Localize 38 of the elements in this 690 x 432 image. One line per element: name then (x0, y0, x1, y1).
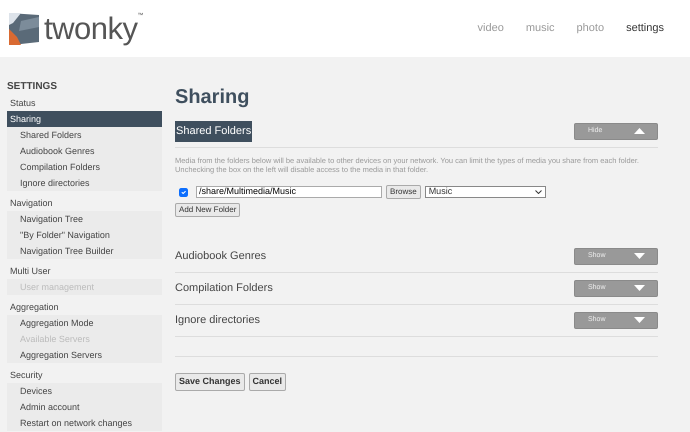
sidebar-item[interactable]: Sharing (7, 111, 162, 127)
nav-link[interactable]: settings (626, 20, 664, 37)
sidebar-subitem[interactable]: Restart on network changes (7, 415, 162, 431)
section-title: Audiobook Genres (175, 248, 266, 264)
media-type-select[interactable]: Music (424, 186, 546, 198)
sidebar-subitem[interactable]: Navigation Tree (7, 211, 162, 227)
sidebar-heading: SETTINGS (7, 81, 58, 94)
cancel-button[interactable]: Cancel (248, 373, 286, 390)
sidebar-item[interactable]: Status (7, 95, 162, 111)
section-title: Shared Folders (175, 121, 252, 142)
sidebar-subitem[interactable]: Audiobook Genres (7, 143, 162, 159)
sidebar-item[interactable]: Security (7, 367, 162, 383)
sidebar-subitem[interactable]: Aggregation Mode (7, 315, 162, 331)
sidebar-subitem[interactable]: Aggregation Servers (7, 347, 162, 363)
chevron-down-icon (534, 190, 542, 194)
page-title: Sharing (175, 85, 250, 109)
path-field[interactable]: /share/Multimedia/Music (196, 186, 382, 198)
sidebar-subitem[interactable]: Compilation Folders (7, 159, 162, 175)
sidebar-subitem[interactable]: Navigation Tree Builder (7, 243, 162, 259)
section-title: Ignore directories (175, 312, 260, 328)
sidebar-subitem[interactable]: Shared Folders (7, 127, 162, 143)
sidebar-subitem[interactable]: Devices (7, 383, 162, 399)
sidebar-subitem[interactable]: Admin account (7, 399, 162, 415)
caret-up-icon (634, 128, 645, 134)
sidebar-item[interactable]: Navigation (7, 195, 162, 211)
sidebar-item[interactable]: Aggregation (7, 299, 162, 315)
sidebar-item[interactable]: Multi User (7, 263, 162, 279)
save-button[interactable]: Save Changes (175, 373, 245, 390)
checkbox[interactable] (179, 188, 188, 196)
caret-down-icon (634, 317, 645, 323)
logo-icon (7, 11, 41, 46)
section-title: Compilation Folders (175, 280, 273, 296)
caret-down-icon (634, 253, 645, 259)
browse-button[interactable]: Browse (386, 185, 421, 199)
caret-down-icon (634, 285, 645, 291)
sidebar-subitem[interactable]: Ignore directories (7, 175, 162, 191)
sidebar-subitem[interactable]: "By Folder" Navigation (7, 227, 162, 243)
add-folder-button[interactable]: Add New Folder (175, 203, 240, 217)
